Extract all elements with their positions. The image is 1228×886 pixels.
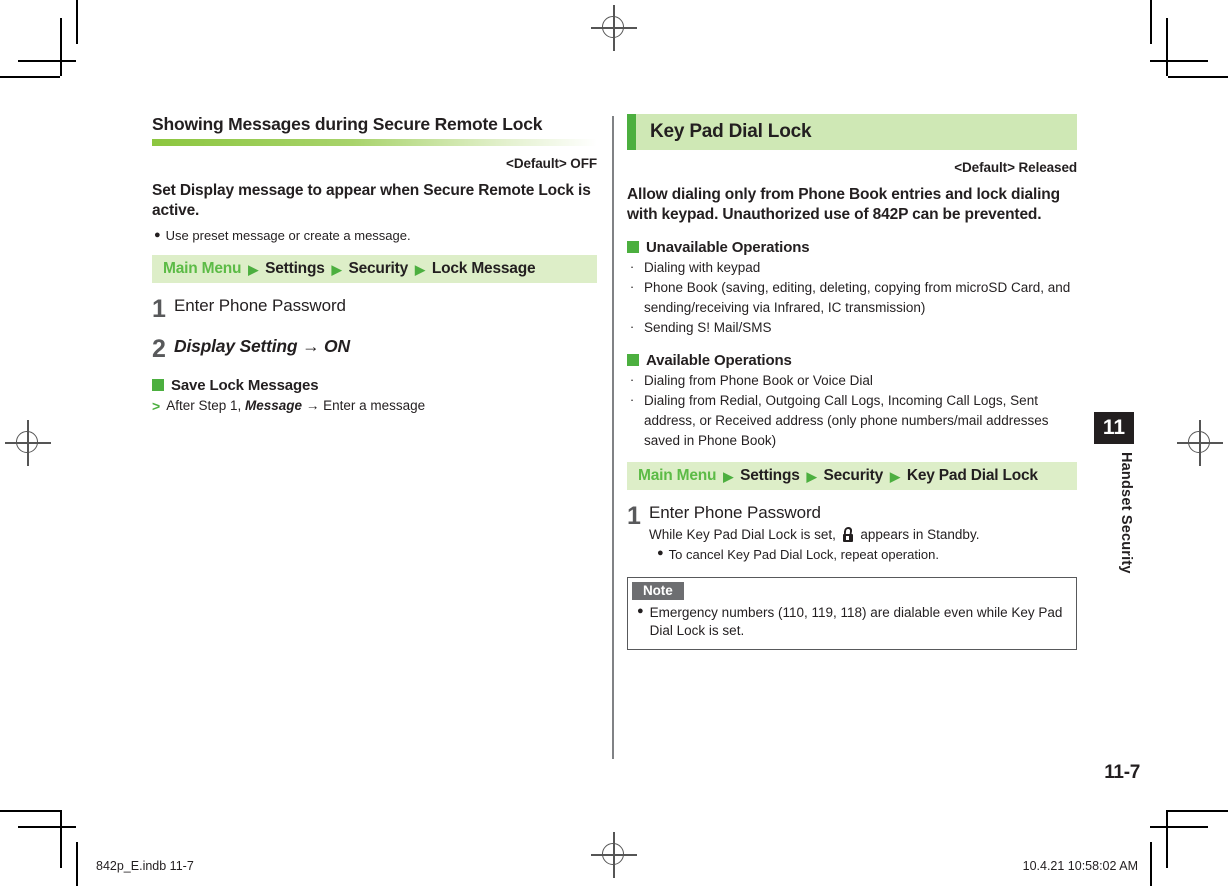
left-breadcrumb: Main Menu ▶ Settings ▶ Security ▶ Lock M… (152, 254, 597, 283)
left-step-1: 1 Enter Phone Password (152, 294, 597, 323)
left-subsection-step-text: After Step 1, Message → Enter a message (166, 397, 425, 415)
step-sub-after: appears in Standby. (860, 526, 980, 542)
chevron-right-icon: ▶ (331, 261, 342, 277)
step-sub-bullet: ● To cancel Key Pad Dial Lock, repeat op… (649, 546, 1077, 564)
step-label: Enter Phone Password (649, 503, 821, 523)
note-label: Note (632, 582, 684, 601)
list-item-text: Dialing from Redial, Outgoing Call Logs,… (644, 393, 1049, 448)
step-number: 2 (152, 334, 166, 363)
green-square-icon (627, 241, 639, 254)
right-column: Key Pad Dial Lock <Default> Released All… (627, 114, 1077, 651)
gt-suffix: → Enter a message (305, 397, 426, 413)
step-label: Enter Phone Password (174, 295, 346, 315)
right-default-value: <Default> Released (954, 160, 1077, 175)
available-operations-heading: Available Operations (627, 352, 1077, 369)
banner-accent-bar (627, 114, 636, 150)
left-bullet-note: ● Use preset message or create a message… (152, 228, 597, 245)
manual-page: Showing Messages during Secure Remote Lo… (0, 0, 1228, 886)
right-section-title: Key Pad Dial Lock (650, 121, 812, 142)
list-item-text: Dialing with keypad (644, 259, 761, 275)
breadcrumb-node-settings[interactable]: Settings (740, 467, 800, 485)
chevron-right-icon: ▶ (723, 469, 734, 485)
right-lead-text: Allow dialing only from Phone Book entri… (627, 186, 1060, 223)
unavailable-operations-heading: Unavailable Operations (627, 239, 1077, 256)
chevron-right-icon: ▶ (890, 469, 900, 485)
chapter-name-label: Handset Security (1118, 452, 1134, 574)
list-item-text: Sending S! Mail/SMS (644, 320, 772, 336)
breadcrumb-root[interactable]: Main Menu (163, 260, 241, 278)
left-subsection-heading-text: Save Lock Messages (171, 376, 319, 394)
middot-icon: · (629, 279, 635, 295)
unavailable-operations-heading-text: Unavailable Operations (646, 238, 810, 256)
gt-prefix: After Step 1, (166, 397, 242, 413)
list-item: · Phone Book (saving, editing, deleting,… (627, 278, 1077, 317)
middot-icon: · (629, 371, 635, 387)
right-breadcrumb: Main Menu ▶ Settings ▶ Security ▶ Key Pa… (627, 462, 1077, 491)
left-section-title: Showing Messages during Secure Remote Lo… (152, 114, 543, 134)
left-step-2: 2 Display Setting → ON (152, 334, 597, 363)
breadcrumb-node-security[interactable]: Security (823, 467, 883, 485)
green-square-icon (627, 354, 639, 367)
step-number: 1 (152, 294, 166, 323)
bullet-dot-icon: ● (657, 546, 664, 559)
list-item: · Dialing from Phone Book or Voice Dial (627, 371, 1077, 391)
left-lead-text: Set Display message to appear when Secur… (152, 182, 591, 219)
column-divider (612, 116, 614, 759)
breadcrumb-node-security[interactable]: Security (348, 260, 408, 278)
left-subsection-step: > After Step 1, Message → Enter a messag… (152, 397, 597, 415)
note-content: ● Emergency numbers (110, 119, 118) are … (628, 600, 1076, 640)
middot-icon: · (629, 319, 635, 335)
step-number: 1 (627, 502, 641, 531)
breadcrumb-root[interactable]: Main Menu (638, 467, 716, 485)
left-default-value: <Default> OFF (506, 156, 597, 172)
left-subsection-heading: Save Lock Messages (152, 377, 597, 394)
right-section-banner: Key Pad Dial Lock (627, 114, 1077, 150)
list-item: · Sending S! Mail/SMS (627, 318, 1077, 338)
list-item-text: Phone Book (saving, editing, deleting, c… (644, 280, 1071, 315)
footer-file-name: 842p_E.indb 11-7 (96, 859, 194, 873)
left-column: Showing Messages during Secure Remote Lo… (152, 114, 597, 415)
note-box: Note ● Emergency numbers (110, 119, 118)… (627, 577, 1077, 651)
unavailable-operations-list: · Dialing with keypad · Phone Book (savi… (627, 258, 1077, 338)
chevron-right-icon: ▶ (248, 261, 259, 277)
chevron-right-icon: ▶ (806, 469, 817, 485)
greater-than-icon: > (152, 397, 161, 414)
green-square-icon (152, 379, 164, 392)
footer-timestamp: 10.4.21 10:58:02 AM (1022, 859, 1138, 873)
breadcrumb-node-settings[interactable]: Settings (265, 260, 325, 278)
list-item: · Dialing from Redial, Outgoing Call Log… (627, 391, 1077, 450)
left-title-rule (152, 139, 597, 147)
step-sub-text: While Key Pad Dial Lock is set, appears … (649, 526, 1077, 544)
list-item: · Dialing with keypad (627, 258, 1077, 278)
middot-icon: · (629, 392, 635, 408)
chevron-right-icon: ▶ (415, 261, 425, 277)
gt-italic: Message (245, 397, 303, 413)
breadcrumb-node-lock-message[interactable]: Lock Message (432, 260, 536, 278)
right-step-1: 1 Enter Phone Password While Key Pad Dia… (627, 503, 1077, 563)
step-label: Display Setting → ON (174, 335, 350, 356)
note-text: Emergency numbers (110, 119, 118) are di… (649, 605, 1063, 639)
chapter-number-tab: 11 (1094, 412, 1134, 444)
lock-icon (842, 526, 855, 542)
bullet-dot-icon: ● (154, 228, 161, 241)
available-operations-heading-text: Available Operations (646, 351, 792, 369)
middot-icon: · (629, 258, 635, 274)
step-sub-bullet-text: To cancel Key Pad Dial Lock, repeat oper… (668, 546, 939, 562)
step-sub-before: While Key Pad Dial Lock is set, (649, 526, 836, 542)
available-operations-list: · Dialing from Phone Book or Voice Dial … (627, 371, 1077, 450)
page-number: 11-7 (1104, 762, 1140, 783)
breadcrumb-node-key-pad-dial-lock[interactable]: Key Pad Dial Lock (907, 467, 1038, 485)
bullet-dot-icon: ● (637, 605, 644, 618)
left-bullet-note-text: Use preset message or create a message. (165, 227, 411, 243)
list-item-text: Dialing from Phone Book or Voice Dial (644, 372, 873, 388)
